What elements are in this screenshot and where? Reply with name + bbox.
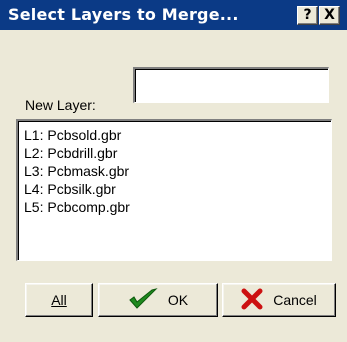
new-layer-input[interactable] <box>133 67 329 103</box>
layer-list[interactable]: L1: Pcbsold.gbr L2: Pcbdrill.gbr L3: Pcb… <box>16 119 332 261</box>
select-layers-dialog: Select Layers to Merge... ? X New Layer:… <box>0 0 347 342</box>
close-button[interactable]: X <box>319 6 340 25</box>
red-x-icon <box>241 288 263 313</box>
list-item-layer-5[interactable]: L5: Pcbcomp.gbr <box>24 198 325 216</box>
cancel-button[interactable]: Cancel <box>222 283 336 317</box>
ok-button[interactable]: OK <box>98 283 218 317</box>
list-item-layer-1[interactable]: L1: Pcbsold.gbr <box>24 126 325 144</box>
all-button[interactable]: All <box>25 283 93 317</box>
checkmark-icon <box>128 287 158 314</box>
list-item-layer-2[interactable]: L2: Pcbdrill.gbr <box>24 144 325 162</box>
all-button-label: All <box>51 292 67 308</box>
help-button[interactable]: ? <box>297 6 318 25</box>
cancel-button-label: Cancel <box>273 292 317 308</box>
dialog-title: Select Layers to Merge... <box>8 5 239 24</box>
ok-button-label: OK <box>167 292 189 308</box>
list-item-layer-4[interactable]: L4: Pcbsilk.gbr <box>24 180 325 198</box>
list-item-layer-3[interactable]: L3: Pcbmask.gbr <box>24 162 325 180</box>
new-layer-label: New Layer: <box>25 97 96 113</box>
title-bar[interactable]: Select Layers to Merge... ? X <box>0 0 347 30</box>
